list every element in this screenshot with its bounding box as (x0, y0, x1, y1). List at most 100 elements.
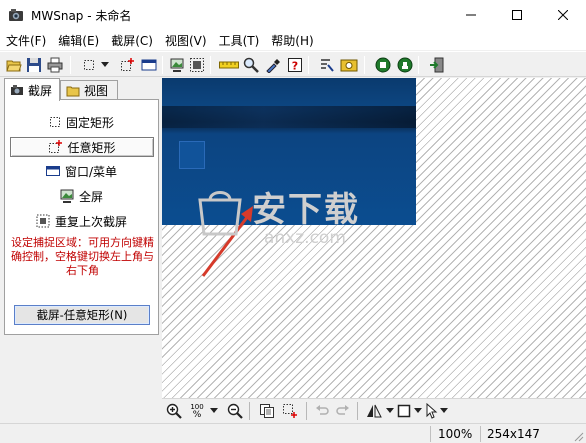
zoom-out-icon (227, 403, 243, 419)
capture-panel: 固定矩形 任意矩形 窗口/菜单 全屏 重复上次截屏 设定捕捉区域：可用方向键精确… (4, 99, 159, 335)
color-picker-button[interactable] (264, 56, 282, 74)
option-repeat-capture-label: 重复上次截屏 (54, 214, 127, 229)
annotation-arrow (201, 206, 253, 277)
cursor-dropdown[interactable] (439, 402, 449, 420)
repeat-capture-icon (190, 58, 204, 72)
svg-text:?: ? (292, 60, 298, 73)
window-menu-icon (45, 165, 60, 177)
zoom-dropdown[interactable] (209, 402, 219, 420)
menu-help[interactable]: 帮助(H) (271, 32, 313, 49)
redo-icon (336, 405, 349, 415)
window-title: MWSnap - 未命名 (31, 9, 132, 23)
captured-image-band (162, 106, 416, 128)
cursor-button[interactable] (425, 402, 439, 420)
maximize-icon (512, 10, 522, 20)
folder-icon (66, 85, 80, 97)
option-window-menu[interactable]: 窗口/菜单 (5, 161, 158, 181)
title-bar: MWSnap - 未命名 (0, 0, 586, 30)
print-icon (47, 57, 63, 73)
status-zoom: 100% (438, 427, 473, 441)
zoom-out-button[interactable] (226, 402, 244, 420)
hotkey-button[interactable] (340, 56, 358, 74)
canvas-toolbar: 100 % (162, 398, 586, 422)
menu-capture[interactable]: 截屏(C) (111, 32, 153, 49)
option-fullscreen-label: 全屏 (78, 189, 103, 204)
option-any-rect[interactable]: 任意矩形 (10, 137, 154, 157)
tab-capture[interactable]: 截屏 (4, 78, 60, 101)
hotkey-icon (340, 59, 358, 72)
fullscreen-button[interactable] (168, 56, 186, 74)
cursor-icon (426, 403, 438, 419)
save-button[interactable] (25, 56, 43, 74)
window-menu-button[interactable] (140, 56, 158, 74)
fixed-rect-icon (49, 116, 61, 128)
menu-view[interactable]: 视图(V) (165, 32, 207, 49)
settings-icon (321, 59, 334, 72)
minimize-button[interactable] (448, 0, 494, 30)
status-image-size: 254x147 (487, 427, 540, 441)
zoom-percent-button[interactable]: 100 % (189, 402, 205, 420)
window-menu-icon (141, 59, 157, 71)
maximize-button[interactable] (494, 0, 540, 30)
option-fixed-rect[interactable]: 固定矩形 (5, 112, 158, 132)
ruler-icon (219, 61, 239, 69)
menu-file[interactable]: 文件(F) (6, 32, 46, 49)
stop-button[interactable] (396, 56, 414, 74)
resize-grip-icon[interactable] (572, 430, 584, 442)
repeat-capture-icon (36, 214, 50, 228)
zoom-in-icon (166, 403, 182, 419)
capture-any-rect-button[interactable]: 截屏-任意矩形(N) (14, 305, 150, 325)
record-icon (375, 57, 391, 73)
capture-mode-dropdown[interactable] (99, 56, 111, 74)
color-picker-icon (266, 59, 280, 73)
captured-image-tile (179, 141, 205, 169)
close-button[interactable] (540, 0, 586, 30)
status-bar: 100% 254x147 (0, 423, 586, 443)
flip-button[interactable] (365, 402, 383, 420)
chevron-down-icon (210, 408, 218, 413)
frame-dropdown[interactable] (413, 402, 423, 420)
copy-button[interactable] (258, 402, 276, 420)
panel-tabs: 截屏 视图 (2, 78, 162, 101)
frame-button[interactable] (396, 402, 412, 420)
record-button[interactable] (374, 56, 392, 74)
chevron-down-icon (386, 408, 394, 413)
magnifier-icon (243, 57, 259, 73)
menu-tools[interactable]: 工具(T) (219, 32, 260, 49)
undo-icon (316, 405, 329, 415)
print-button[interactable] (46, 56, 64, 74)
main-toolbar: ? (0, 51, 586, 77)
zoom-in-button[interactable] (165, 402, 183, 420)
redo-button[interactable] (335, 402, 351, 420)
any-rect-button[interactable] (118, 56, 136, 74)
fullscreen-icon (170, 58, 184, 72)
undo-button[interactable] (314, 402, 330, 420)
flip-icon (367, 404, 382, 418)
minimize-icon (466, 14, 476, 16)
tab-view[interactable]: 视图 (60, 80, 118, 100)
zoom-percent-sign: % (192, 410, 202, 420)
frame-icon (397, 404, 411, 418)
capture-hint-text: 设定捕捉区域：可用方向键精确控制，空格键切换左上角与右下角 (11, 236, 154, 277)
exit-icon (430, 57, 444, 73)
chevron-down-icon (414, 408, 422, 413)
crop-button[interactable] (281, 402, 299, 420)
exit-button[interactable] (428, 56, 446, 74)
settings-button[interactable] (318, 56, 336, 74)
option-repeat-capture[interactable]: 重复上次截屏 (5, 211, 158, 231)
tab-capture-label: 截屏 (28, 83, 53, 98)
fixed-rect-button[interactable] (80, 56, 98, 74)
stop-icon (397, 57, 413, 73)
ruler-button[interactable] (219, 56, 239, 74)
flip-dropdown[interactable] (385, 402, 395, 420)
option-fixed-rect-label: 固定矩形 (65, 115, 114, 130)
menu-edit[interactable]: 编辑(E) (58, 32, 99, 49)
option-any-rect-label: 任意矩形 (67, 140, 116, 155)
fullscreen-icon (60, 189, 74, 203)
open-button[interactable] (5, 56, 23, 74)
help-button[interactable]: ? (286, 56, 304, 74)
repeat-capture-button[interactable] (188, 56, 206, 74)
option-fullscreen[interactable]: 全屏 (5, 186, 158, 206)
magnifier-button[interactable] (242, 56, 260, 74)
copy-icon (260, 404, 274, 418)
